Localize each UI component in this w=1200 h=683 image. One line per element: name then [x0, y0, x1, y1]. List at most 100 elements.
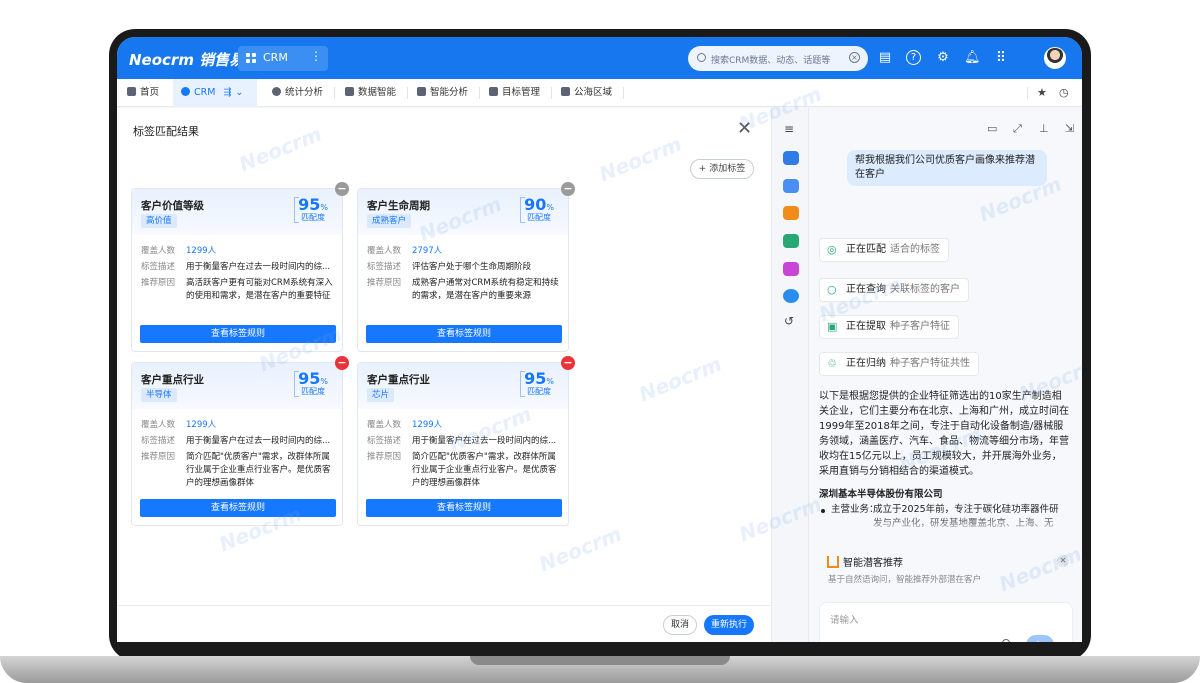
step-verb: 正在查询	[846, 284, 886, 295]
match-score: 90% 匹配度	[520, 195, 554, 223]
chevron-down-icon[interactable]: ⌄	[235, 87, 243, 98]
new-chat-icon[interactable]: ▭	[987, 122, 997, 135]
globe-icon[interactable]	[783, 289, 799, 303]
send-button[interactable]: ➤	[1026, 635, 1054, 642]
app-switcher-label: CRM	[263, 51, 288, 64]
gear-icon[interactable]: ⚙	[935, 50, 951, 66]
tab-target-management[interactable]: 目标管理	[489, 79, 540, 107]
tab-divider	[1027, 87, 1028, 99]
close-icon[interactable]: ✕	[737, 118, 752, 139]
user-icon[interactable]	[783, 179, 799, 193]
panel-title: 标签匹配结果	[133, 125, 199, 138]
menu-icon[interactable]: ≡	[784, 122, 794, 136]
apps-icon[interactable]: ⠿	[993, 50, 1009, 66]
app-grid-icon	[246, 53, 257, 64]
recycle-icon: ♲	[827, 357, 837, 370]
smart-recommend-card[interactable]: 智能潜客推荐 基于自然语询问，智能推荐外部潜在客户 ✕	[819, 551, 1073, 591]
match-score: 95% 匹配度	[294, 195, 328, 223]
more-vertical-icon: ⋮	[310, 49, 322, 63]
user-warning-icon[interactable]	[783, 206, 799, 220]
coverage-value[interactable]: 1299人	[186, 245, 338, 258]
laptop-notch	[470, 656, 730, 665]
brand-logo[interactable]: Neocrm 销售易	[129, 49, 244, 70]
app-switcher[interactable]: CRM ⋮	[238, 46, 328, 71]
tab-divider	[479, 87, 480, 99]
view-tag-rule-button[interactable]: 查看标签规则	[366, 499, 562, 517]
clear-search-icon[interactable]: ×	[849, 52, 860, 63]
tag-card: 客户生命周期 成熟客户 90% 匹配度 覆盖人数 2797人 标签描述 评估客户处于哪个生命周…	[357, 182, 575, 352]
list-filter-icon[interactable]: ⇶	[223, 87, 231, 98]
tab-smart-analysis[interactable]: 智能分析	[417, 79, 468, 107]
crm-icon	[181, 87, 190, 96]
tab-crm[interactable]: CRM ⇶ ⌄	[173, 79, 257, 107]
coverage-value[interactable]: 1299人	[412, 419, 564, 432]
field-label: 推荐原因	[141, 452, 176, 462]
coverage-value[interactable]: 1299人	[186, 419, 338, 432]
field-label: 覆盖人数	[141, 420, 176, 430]
history-icon[interactable]: ↺	[784, 314, 794, 328]
tag-card: 客户重点行业 芯片 95% 匹配度 覆盖人数 1299人 标签描述 用于衡量客户在过去一段时间…	[357, 356, 575, 526]
remove-tag-icon[interactable]: −	[335, 182, 349, 196]
close-icon[interactable]: ✕	[1057, 555, 1069, 567]
description-value: 用于衡量客户在过去一段时间内的综...	[412, 436, 557, 446]
view-tag-rule-button[interactable]: 查看标签规则	[140, 325, 336, 343]
collapse-icon[interactable]: ⇲	[1065, 122, 1074, 135]
global-search-input[interactable]: 搜索CRM数据、动态、话题等 ×	[688, 46, 868, 71]
user-avatar[interactable]	[1044, 47, 1066, 69]
tab-divider	[334, 87, 335, 99]
card-tag-value-badge: 高价值	[141, 214, 177, 228]
history-icon[interactable]: ◷	[1059, 86, 1069, 99]
match-score-percent: %	[546, 203, 554, 212]
card-tag-name: 客户生命周期	[367, 200, 430, 212]
match-score: 95% 匹配度	[520, 369, 554, 397]
tab-label: 首页	[140, 87, 160, 98]
tab-statistics[interactable]: 统计分析	[272, 79, 323, 107]
reason-value: 简介匹配"优质客户"需求，改群体所属行业属于企业重点行业客户。是优质客户的理想画…	[412, 452, 557, 488]
remove-tag-icon[interactable]: −	[561, 356, 575, 370]
home-icon	[127, 87, 136, 96]
cancel-button[interactable]: 取消	[663, 615, 697, 635]
chat-input[interactable]: 请输入 ➤	[819, 602, 1073, 642]
field-label: 推荐原因	[141, 278, 176, 288]
help-icon[interactable]: ?	[906, 50, 921, 65]
step-matching: ◎ 正在匹配 适合的标签	[819, 238, 949, 262]
doc-icon[interactable]: ▤	[877, 50, 893, 66]
step-object: 种子客户特征共性	[890, 358, 970, 369]
view-tag-rule-button[interactable]: 查看标签规则	[366, 325, 562, 343]
rerun-button[interactable]: 重新执行	[704, 615, 754, 635]
tab-data-intelligence[interactable]: 数据智能	[345, 79, 396, 107]
view-tag-rule-button[interactable]: 查看标签规则	[140, 499, 336, 517]
step-extracting: ▣ 正在提取 种子客户特征	[819, 315, 959, 339]
user-group-icon[interactable]	[783, 151, 799, 165]
extract-icon: ▣	[827, 320, 838, 333]
match-score-caption: 匹配度	[301, 213, 326, 222]
bell-icon[interactable]: 🔔︎	[964, 50, 981, 66]
tab-public-pool[interactable]: 公海区域	[561, 79, 612, 107]
field-label: 标签描述	[141, 436, 176, 446]
sea-icon	[561, 87, 570, 96]
add-tag-button[interactable]: + 添加标签	[690, 159, 754, 179]
card-tag-name: 客户价值等级	[141, 200, 204, 212]
tab-label: 公海区域	[574, 87, 613, 98]
step-querying: ○ 正在查询 关联标签的客户	[819, 278, 969, 302]
presentation-icon[interactable]	[783, 262, 799, 276]
card-header: 客户重点行业 半导体 95% 匹配度	[132, 363, 342, 409]
remove-tag-icon[interactable]: −	[561, 182, 575, 196]
search-icon	[697, 53, 706, 62]
pin-icon[interactable]: ⊥	[1039, 122, 1049, 135]
step-summarizing: ♲ 正在归纳 种子客户特征共性	[819, 352, 979, 376]
fullscreen-icon[interactable]: ⤢	[1013, 122, 1022, 136]
coverage-value[interactable]: 2797人	[412, 245, 564, 258]
card-tag-value-badge: 半导体	[141, 388, 177, 402]
card-tag-value-badge: 成熟客户	[367, 214, 412, 228]
match-score-caption: 匹配度	[527, 213, 552, 222]
star-icon[interactable]: ★	[1037, 86, 1047, 99]
tab-label: CRM	[194, 87, 216, 98]
microphone-icon[interactable]	[1002, 639, 1010, 642]
remove-tag-icon[interactable]: −	[335, 356, 349, 370]
tag-card: 客户价值等级 高价值 95% 匹配度 覆盖人数 1299人 标签描述 用于衡量客户在过去一段时…	[131, 182, 349, 352]
step-verb: 正在归纳	[846, 358, 886, 369]
chart-up-icon[interactable]	[783, 234, 799, 248]
tab-home[interactable]: 首页	[127, 79, 159, 107]
tab-divider	[407, 87, 408, 99]
